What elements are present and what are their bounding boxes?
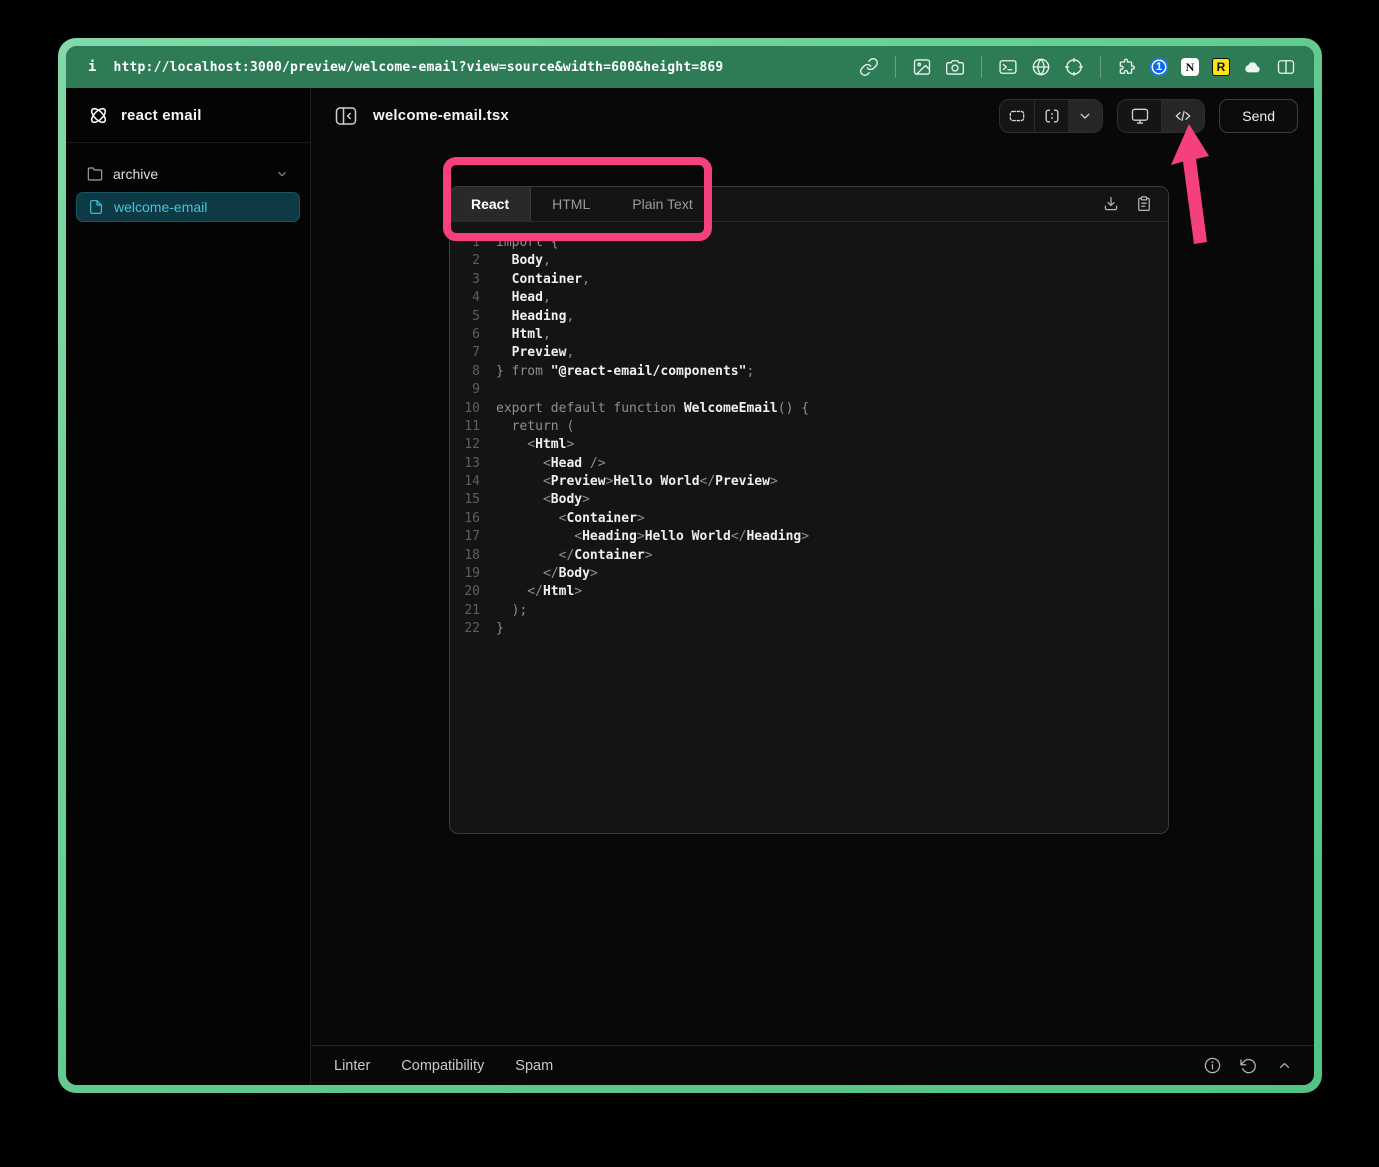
sidebar-nav: archive welcome-email (66, 143, 310, 238)
sidebar: react email archive (66, 88, 311, 1085)
chevron-up-icon[interactable] (1275, 1056, 1294, 1075)
sidebar-item-label: welcome-email (114, 199, 207, 215)
react-email-logo-icon (87, 104, 110, 127)
site-info-icon[interactable]: i (88, 59, 96, 75)
terminal-icon[interactable] (998, 57, 1018, 77)
onepassword-extension-icon[interactable]: 1 (1150, 58, 1168, 76)
code-line: 15 <Body> (450, 491, 1168, 509)
code-line: 11 return ( (450, 418, 1168, 436)
main-content: React HTML Plain Text (311, 143, 1314, 1045)
code-line: 12 <Html> (450, 436, 1168, 454)
chevron-down-icon[interactable] (275, 167, 289, 181)
toolbar-separator (895, 56, 896, 78)
tab-react[interactable]: React (450, 187, 531, 221)
code-line: 3 Container, (450, 271, 1168, 289)
sidebar-item-label: archive (113, 166, 158, 182)
code-line: 2 Body, (450, 252, 1168, 270)
code-line: 9 (450, 381, 1168, 399)
image-capture-icon[interactable] (912, 57, 932, 77)
source-code-panel: React HTML Plain Text (449, 186, 1169, 834)
code-editor[interactable]: 1import {2 Body,3 Container,4 Head,5 Hea… (450, 222, 1168, 833)
tab-compatibility[interactable]: Compatibility (401, 1058, 484, 1074)
code-line: 1import { (450, 234, 1168, 252)
folder-icon (87, 166, 103, 182)
sidebar-collapse-icon[interactable] (331, 101, 361, 131)
main-header: welcome-email.tsx (311, 88, 1314, 143)
notion-extension-icon[interactable]: N (1181, 58, 1199, 76)
code-line: 5 Heading, (450, 308, 1168, 326)
copy-clipboard-icon[interactable] (1135, 195, 1153, 213)
view-mode-group (1117, 99, 1205, 133)
camera-icon[interactable] (945, 57, 965, 77)
viewport-dimensions-button[interactable] (1034, 100, 1068, 132)
globe-icon[interactable] (1031, 57, 1051, 77)
browser-toolbar-icons: 1 N R (859, 56, 1296, 78)
code-line: 22} (450, 620, 1168, 638)
crosshair-icon[interactable] (1064, 57, 1084, 77)
code-line: 13 <Head /> (450, 455, 1168, 473)
code-line: 7 Preview, (450, 344, 1168, 362)
viewport-size-group (999, 99, 1103, 133)
code-line: 6 Html, (450, 326, 1168, 344)
browser-window-inner: i http://localhost:3000/preview/welcome-… (66, 46, 1314, 1085)
code-line: 18 </Container> (450, 547, 1168, 565)
app-body: react email archive (66, 88, 1314, 1085)
browser-window: i http://localhost:3000/preview/welcome-… (58, 38, 1322, 1093)
download-icon[interactable] (1102, 195, 1120, 213)
code-line: 4 Head, (450, 289, 1168, 307)
panel-actions (1102, 187, 1168, 221)
toolbar-separator (981, 56, 982, 78)
sidebar-item-welcome-email[interactable]: welcome-email (76, 192, 300, 222)
viewport-dropdown-button[interactable] (1068, 100, 1102, 132)
split-view-icon[interactable] (1276, 57, 1296, 77)
screenshot-stage: i http://localhost:3000/preview/welcome-… (0, 0, 1379, 1167)
code-line: 10export default function WelcomeEmail()… (450, 400, 1168, 418)
refined-extension-icon[interactable]: R (1212, 58, 1230, 76)
code-line: 19 </Body> (450, 565, 1168, 583)
code-line: 17 <Heading>Hello World</Heading> (450, 528, 1168, 546)
source-code-button[interactable] (1161, 100, 1204, 132)
copy-link-icon[interactable] (859, 57, 879, 77)
cloud-icon[interactable] (1243, 57, 1263, 77)
extensions-puzzle-icon[interactable] (1117, 57, 1137, 77)
tab-plain-text[interactable]: Plain Text (611, 187, 713, 221)
send-button[interactable]: Send (1219, 99, 1298, 133)
file-icon (88, 199, 104, 215)
code-line: 16 <Container> (450, 510, 1168, 528)
code-lines: 1import {2 Body,3 Container,4 Head,5 Hea… (450, 234, 1168, 639)
url-text[interactable]: http://localhost:3000/preview/welcome-em… (113, 60, 723, 75)
code-line: 21 ); (450, 602, 1168, 620)
code-line: 8} from "@react-email/components"; (450, 363, 1168, 381)
source-tabs-bar: React HTML Plain Text (450, 187, 1168, 222)
viewport-width-button[interactable] (1000, 100, 1034, 132)
desktop-preview-button[interactable] (1118, 100, 1161, 132)
refresh-icon[interactable] (1239, 1056, 1258, 1075)
tab-linter[interactable]: Linter (334, 1058, 370, 1074)
toolbar-separator (1100, 56, 1101, 78)
bottom-bar: Linter Compatibility Spam (311, 1045, 1314, 1085)
sidebar-item-archive[interactable]: archive (76, 159, 300, 189)
code-line: 14 <Preview>Hello World</Preview> (450, 473, 1168, 491)
sidebar-header: react email (66, 88, 310, 143)
code-line: 20 </Html> (450, 583, 1168, 601)
tab-html[interactable]: HTML (531, 187, 611, 221)
main-panel: welcome-email.tsx (311, 88, 1314, 1085)
bottom-bar-icons (1203, 1056, 1294, 1075)
tab-spam[interactable]: Spam (515, 1058, 553, 1074)
app-logo-label: react email (121, 107, 202, 124)
browser-url-bar: i http://localhost:3000/preview/welcome-… (66, 46, 1314, 88)
info-circle-icon[interactable] (1203, 1056, 1222, 1075)
page-title: welcome-email.tsx (373, 107, 509, 124)
